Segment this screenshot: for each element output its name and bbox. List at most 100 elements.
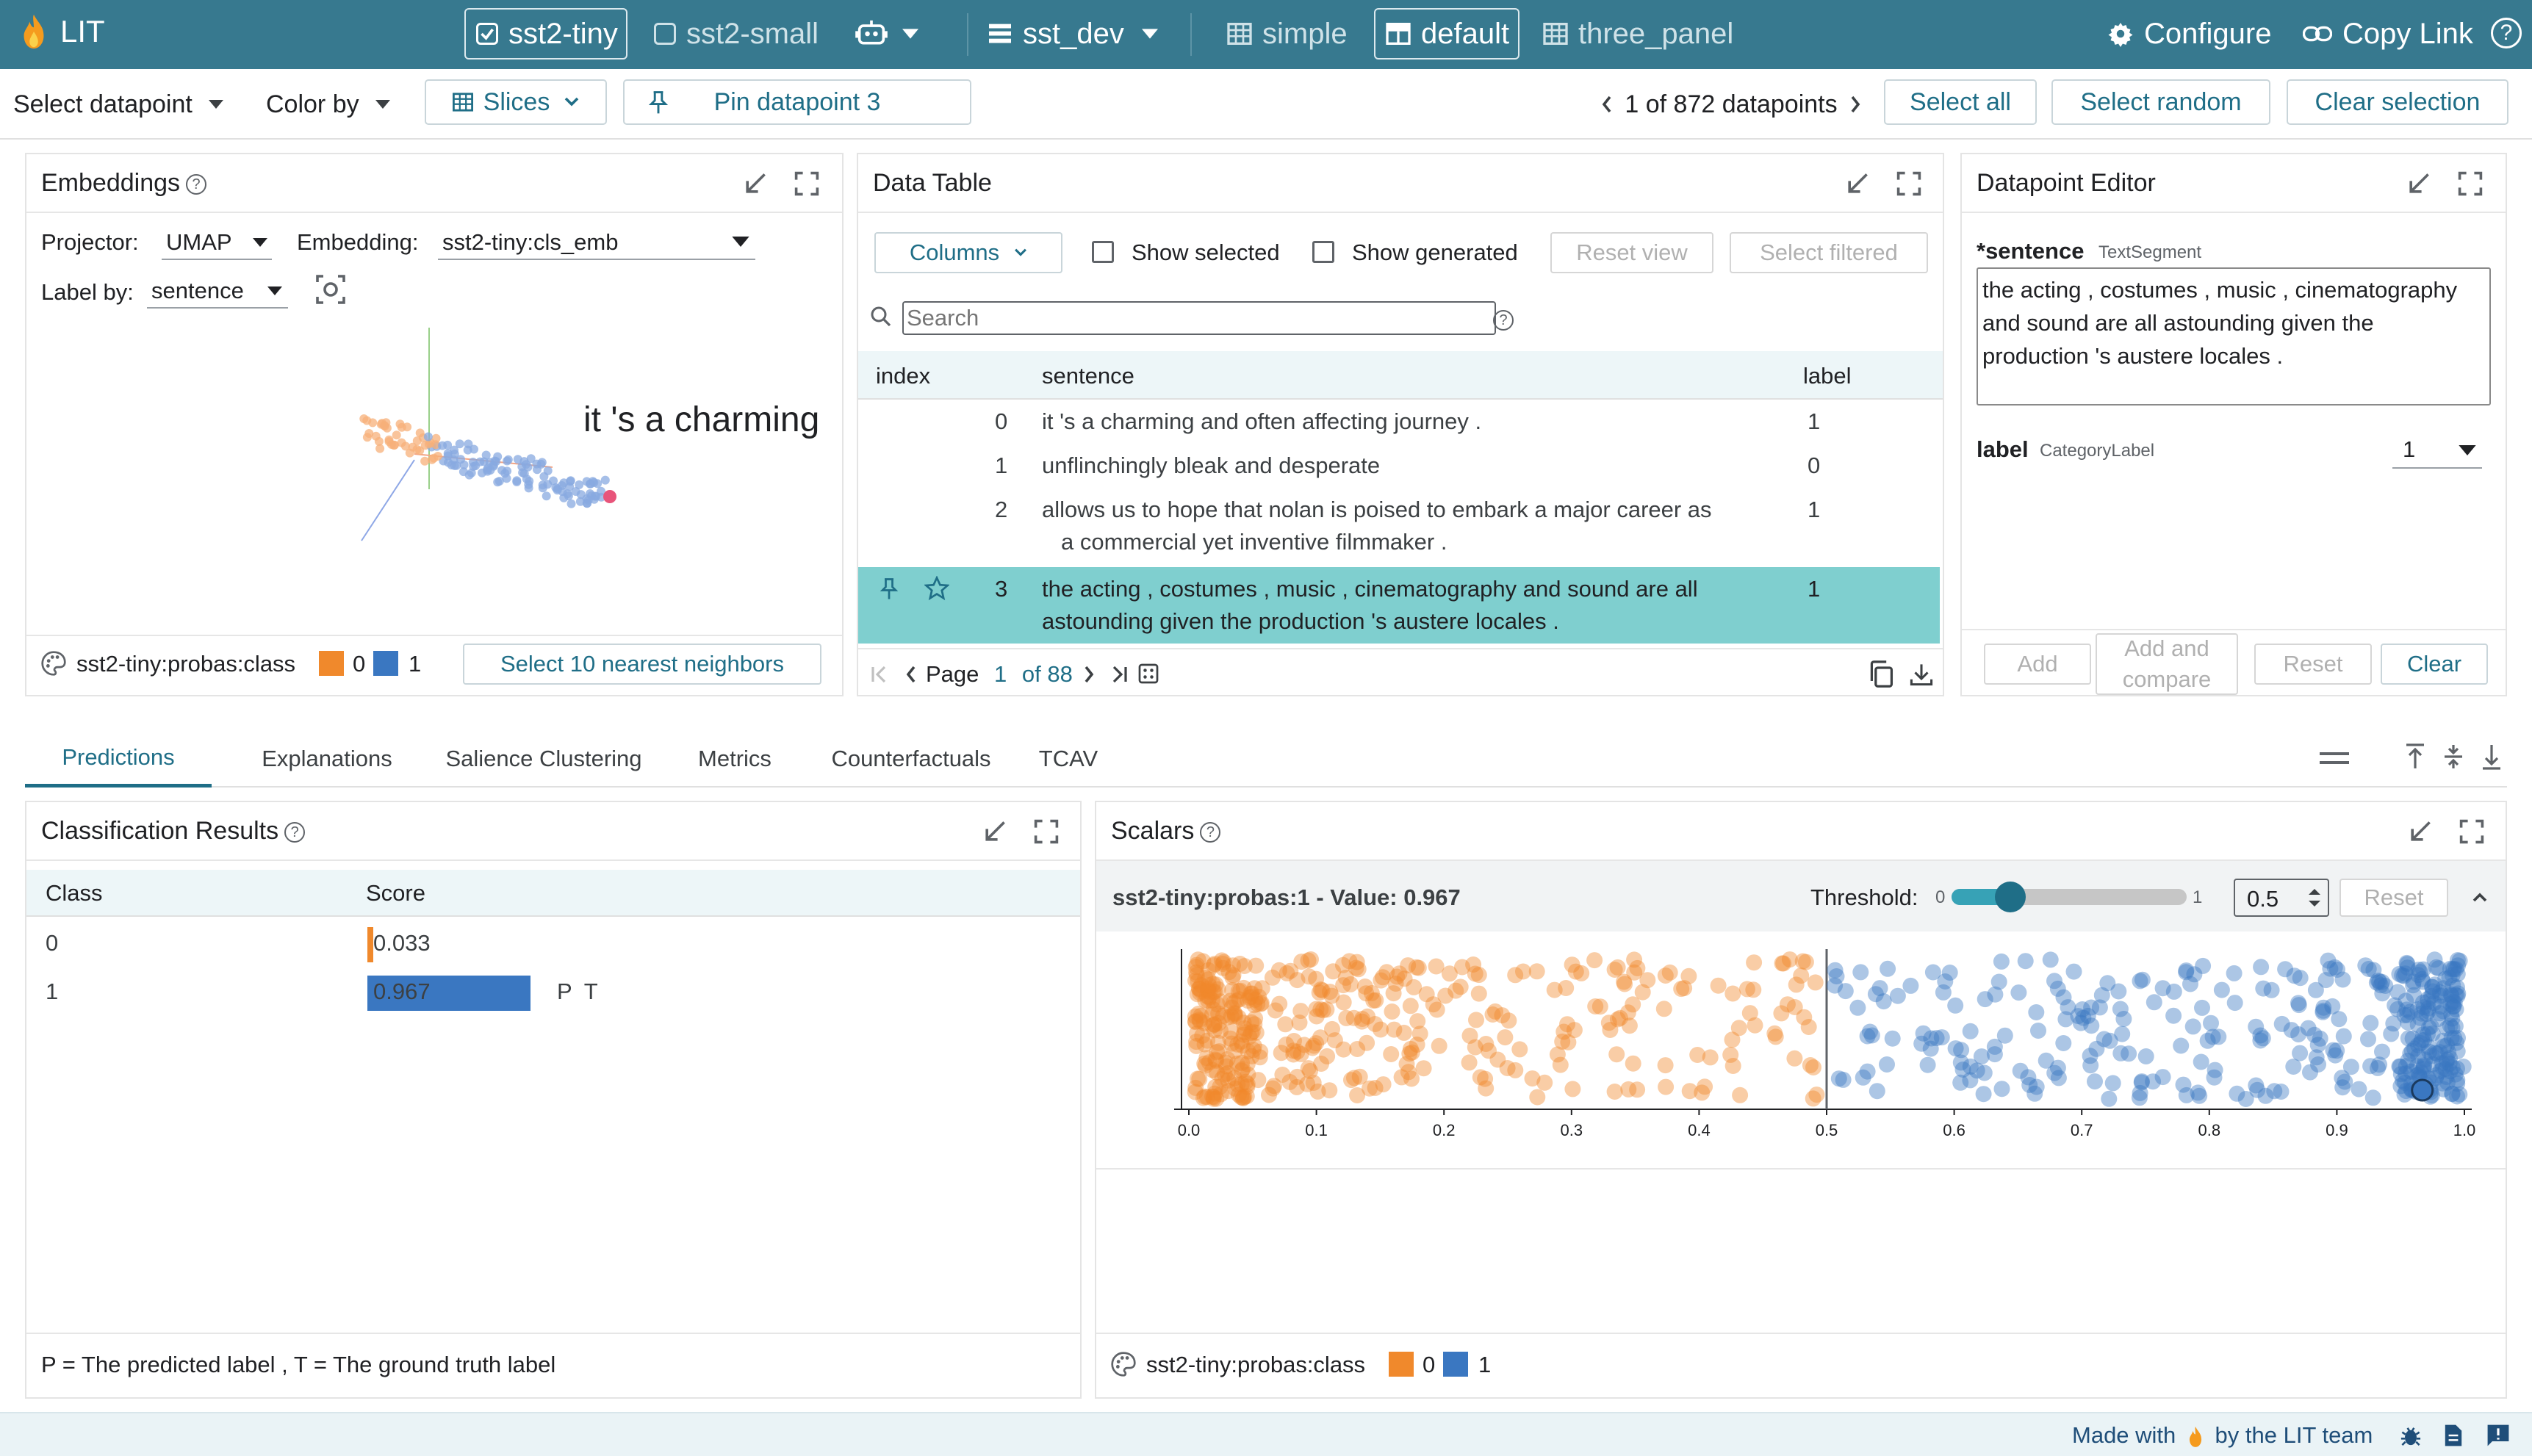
recenter-icon[interactable] bbox=[316, 275, 345, 304]
embedding-point[interactable] bbox=[582, 499, 591, 508]
scalar-point[interactable] bbox=[2042, 951, 2059, 968]
scalar-point[interactable] bbox=[1880, 960, 1896, 977]
embedding-point[interactable] bbox=[513, 455, 522, 464]
scalar-point[interactable] bbox=[2010, 984, 2027, 1001]
scalar-point[interactable] bbox=[1871, 980, 1888, 997]
scalar-point[interactable] bbox=[1375, 1076, 1392, 1093]
table-row[interactable]: 1 unflinchingly bleak and desperate 0 bbox=[858, 444, 1940, 488]
scalar-reset-button[interactable]: Reset bbox=[2339, 879, 2448, 917]
scalar-point[interactable] bbox=[1335, 977, 1352, 994]
scalar-point[interactable] bbox=[2444, 967, 2461, 984]
scalar-point[interactable] bbox=[1658, 1078, 1675, 1095]
embedding-point[interactable] bbox=[374, 436, 384, 446]
chevron-right-icon[interactable] bbox=[1849, 95, 1861, 113]
expand-bottom-icon[interactable] bbox=[2481, 743, 2503, 770]
scalar-point[interactable] bbox=[2193, 1053, 2209, 1070]
select-filtered-button[interactable]: Select filtered bbox=[1730, 232, 1928, 273]
embedding-point[interactable] bbox=[389, 441, 399, 450]
select-random-button[interactable]: Select random bbox=[2051, 79, 2270, 125]
minimize-icon[interactable] bbox=[2407, 818, 2434, 845]
model-chip-sst2-tiny[interactable]: sst2-tiny bbox=[464, 8, 627, 60]
scalar-point[interactable] bbox=[1511, 1041, 1528, 1058]
table-row-selected[interactable]: 3 the acting , costumes , music , cinema… bbox=[858, 567, 1940, 644]
minimize-icon[interactable] bbox=[2406, 170, 2432, 197]
embedding-point[interactable] bbox=[522, 475, 531, 483]
scalar-point[interactable] bbox=[1625, 1055, 1641, 1072]
scalar-point[interactable] bbox=[1781, 951, 1798, 968]
scalar-point[interactable] bbox=[2088, 1040, 2105, 1057]
scalar-point[interactable] bbox=[2364, 1089, 2381, 1106]
scalar-point[interactable] bbox=[1990, 973, 2007, 990]
embedding-point[interactable] bbox=[392, 430, 401, 440]
scalar-point[interactable] bbox=[1922, 1040, 1939, 1057]
scalar-point[interactable] bbox=[1546, 981, 1563, 998]
scalar-point[interactable] bbox=[1494, 1007, 1511, 1024]
scalar-point[interactable] bbox=[1477, 1070, 1494, 1087]
embedding-point[interactable] bbox=[362, 433, 372, 442]
scalar-point[interactable] bbox=[1363, 984, 1380, 1001]
column-header-label[interactable]: label bbox=[1803, 363, 1852, 389]
embedding-point[interactable] bbox=[500, 469, 510, 478]
scalar-point[interactable] bbox=[1386, 1021, 1403, 1038]
star-icon[interactable] bbox=[924, 576, 949, 601]
scalar-point[interactable] bbox=[1657, 1057, 1674, 1074]
layout-three-panel[interactable]: three_panel bbox=[1543, 8, 1756, 60]
scalar-point[interactable] bbox=[2315, 1003, 2331, 1020]
show-selected-checkbox[interactable] bbox=[1092, 241, 1114, 263]
scalar-point[interactable] bbox=[2017, 953, 2034, 970]
scalar-point[interactable] bbox=[1919, 1056, 1936, 1073]
tab-metrics[interactable]: Metrics bbox=[669, 730, 801, 788]
scalar-point[interactable] bbox=[2342, 1059, 2359, 1075]
scalar-point[interactable] bbox=[1216, 1066, 1233, 1083]
scalar-point[interactable] bbox=[2444, 1010, 2461, 1027]
minimize-icon[interactable] bbox=[742, 170, 769, 197]
scalar-point[interactable] bbox=[2112, 1001, 2129, 1017]
scalar-point[interactable] bbox=[1767, 1028, 1784, 1045]
scalar-point[interactable] bbox=[2229, 1085, 2245, 1102]
next-page-icon[interactable] bbox=[1083, 666, 1095, 683]
bug-icon[interactable] bbox=[2400, 1424, 2422, 1447]
scalar-point[interactable] bbox=[1732, 1086, 1749, 1103]
scalar-point[interactable] bbox=[2385, 1015, 2402, 1032]
scalar-point[interactable] bbox=[1697, 1078, 1713, 1095]
scalar-point[interactable] bbox=[1461, 1054, 1478, 1071]
scalar-point[interactable] bbox=[1210, 1014, 1227, 1031]
embedding-point[interactable] bbox=[397, 438, 406, 447]
scalar-scatter-plot[interactable]: 0.0 0.1 0.2 0.3 0.4 0.5 0.6 0.7 0.8 0.9 1.0 bbox=[1096, 942, 2506, 1177]
tab-predictions[interactable]: Predictions bbox=[25, 730, 212, 788]
scalar-point[interactable] bbox=[2132, 1084, 2148, 1101]
scalar-point[interactable] bbox=[1996, 1027, 2013, 1044]
scalar-point[interactable] bbox=[1236, 958, 1253, 974]
scalar-point[interactable] bbox=[1722, 1046, 1739, 1063]
scalar-point[interactable] bbox=[2065, 963, 2082, 980]
embedding-point[interactable] bbox=[512, 477, 522, 486]
threshold-slider[interactable] bbox=[1952, 882, 2187, 912]
scalar-point[interactable] bbox=[1277, 1016, 1294, 1033]
scalar-point[interactable] bbox=[1239, 1078, 1256, 1095]
scalar-point[interactable] bbox=[1343, 1072, 1359, 1089]
scalar-point[interactable] bbox=[1620, 1081, 1637, 1098]
embedding-point[interactable] bbox=[566, 477, 575, 486]
scalar-point[interactable] bbox=[2444, 1085, 2461, 1102]
scalar-point[interactable] bbox=[2055, 1035, 2072, 1051]
scalar-point[interactable] bbox=[2145, 1073, 2162, 1090]
scalar-point[interactable] bbox=[2248, 1018, 2265, 1035]
scalar-point[interactable] bbox=[2132, 973, 2148, 990]
scalar-point[interactable] bbox=[1204, 1088, 1220, 1105]
scalar-point[interactable] bbox=[1634, 984, 1651, 1001]
scalar-point[interactable] bbox=[2252, 1032, 2269, 1049]
scalar-point[interactable] bbox=[1468, 1012, 1484, 1028]
threshold-slider-knob[interactable] bbox=[1995, 882, 2026, 912]
sentence-textarea[interactable]: the acting , costumes , music , cinemato… bbox=[1977, 267, 2491, 406]
scalar-point[interactable] bbox=[1796, 1009, 1813, 1026]
embedding-point[interactable] bbox=[412, 436, 422, 446]
maximize-icon[interactable] bbox=[2457, 170, 2484, 197]
stepper-icon[interactable] bbox=[2309, 887, 2320, 908]
embedding-point[interactable] bbox=[489, 461, 498, 471]
column-header-index[interactable]: index bbox=[876, 363, 930, 389]
scalar-point[interactable] bbox=[1303, 951, 1319, 967]
scalar-point[interactable] bbox=[1308, 1035, 1325, 1052]
scalar-point[interactable] bbox=[2213, 981, 2230, 998]
scalar-point[interactable] bbox=[1529, 1089, 1546, 1106]
scalar-point[interactable] bbox=[2226, 995, 2243, 1012]
